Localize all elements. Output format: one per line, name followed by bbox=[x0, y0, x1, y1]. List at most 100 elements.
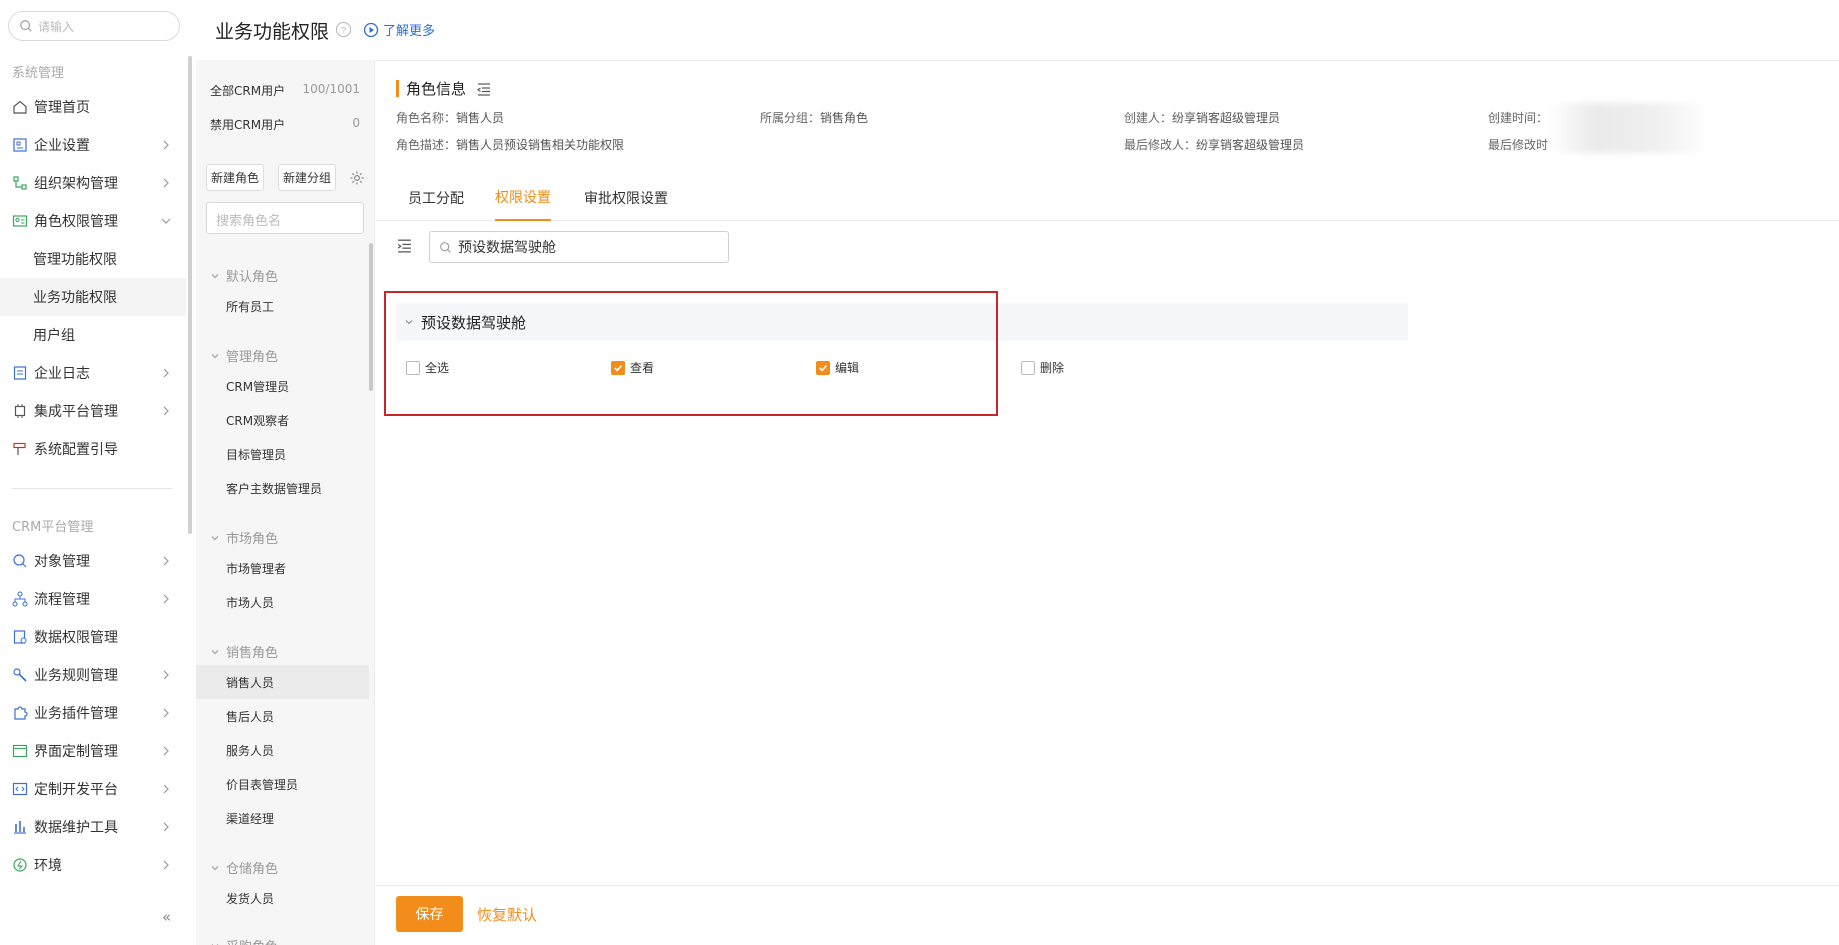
chevron-right-icon bbox=[163, 556, 169, 566]
nav-item-ui-customization[interactable]: 界面定制管理 bbox=[0, 732, 186, 770]
object-icon bbox=[13, 554, 27, 568]
new-group-button[interactable]: 新建分组 bbox=[278, 164, 336, 191]
role-panel-scrollbar[interactable] bbox=[369, 243, 373, 391]
role-item[interactable]: 发货人员 bbox=[196, 881, 369, 915]
redacted-area bbox=[1548, 103, 1708, 153]
nav-search-input[interactable]: 请输入 bbox=[8, 11, 180, 41]
nav-scrollbar[interactable] bbox=[188, 56, 192, 534]
permission-search-input[interactable]: 预设数据驾驶舱 bbox=[429, 231, 729, 263]
nav-item-label: 管理首页 bbox=[34, 100, 90, 116]
nav-item-enterprise-log[interactable]: 企业日志 bbox=[0, 354, 186, 392]
role-item[interactable]: 价目表管理员 bbox=[196, 767, 369, 801]
checkbox-delete[interactable]: 删除 bbox=[1021, 359, 1064, 376]
role-item[interactable]: 渠道经理 bbox=[196, 801, 369, 835]
enterprise-icon bbox=[13, 138, 27, 152]
nav-item-custom-dev-platform[interactable]: 定制开发平台 bbox=[0, 770, 186, 808]
role-item[interactable]: 所有员工 bbox=[196, 289, 369, 323]
nav-item-label: 对象管理 bbox=[34, 554, 90, 570]
nav-item-role-permission[interactable]: 角色权限管理 bbox=[0, 202, 186, 240]
log-icon bbox=[13, 366, 27, 380]
group-purchase[interactable]: 采购角色 bbox=[210, 936, 278, 945]
nav-search-placeholder: 请输入 bbox=[38, 19, 75, 34]
chevron-right-icon bbox=[163, 784, 169, 794]
disabled-crm-users-label: 禁用CRM用户 bbox=[210, 118, 286, 132]
chevron-right-icon bbox=[163, 708, 169, 718]
nav-item-label: 数据维护工具 bbox=[34, 820, 118, 836]
nav-item-label: 界面定制管理 bbox=[34, 744, 118, 760]
puzzle-icon bbox=[14, 706, 28, 720]
nav-item-data-maintenance[interactable]: 数据维护工具 bbox=[0, 808, 186, 846]
chevron-right-icon bbox=[163, 822, 169, 832]
role-search-input[interactable]: 搜索角色名 bbox=[206, 202, 364, 234]
group-warehouse[interactable]: 仓储角色 bbox=[210, 858, 278, 877]
nav-divider bbox=[12, 488, 172, 489]
collapse-nav-button[interactable]: « bbox=[162, 908, 176, 926]
nav-item-label: 环境 bbox=[34, 858, 62, 874]
role-item[interactable]: 市场人员 bbox=[196, 585, 369, 619]
restore-default-button[interactable]: 恢复默认 bbox=[477, 904, 537, 925]
collapse-list-icon[interactable] bbox=[476, 81, 492, 97]
nav-item-business-plugins[interactable]: 业务插件管理 bbox=[0, 694, 186, 732]
disabled-crm-users-row[interactable]: 禁用CRM用户 0 bbox=[210, 116, 360, 133]
nav-item-org-structure[interactable]: 组织架构管理 bbox=[0, 164, 186, 202]
group-title-label: 仓储角色 bbox=[226, 862, 279, 877]
nav-item-label: 企业设置 bbox=[34, 138, 90, 154]
checkbox-box[interactable] bbox=[1021, 360, 1035, 375]
role-item[interactable]: CRM观察者 bbox=[196, 403, 369, 437]
role-info-title: 角色信息 bbox=[396, 78, 492, 99]
nav-item-home[interactable]: 管理首页 bbox=[0, 88, 186, 126]
group-default[interactable]: 默认角色 bbox=[210, 266, 278, 285]
group-sales[interactable]: 销售角色 bbox=[210, 642, 278, 661]
role-item[interactable]: 市场管理者 bbox=[196, 551, 369, 585]
play-circle-icon bbox=[363, 22, 379, 37]
nav-item-data-permission[interactable]: 数据权限管理 bbox=[0, 618, 186, 656]
highlight-annotation-box bbox=[384, 291, 998, 416]
role-name-field: 角色名称：销售人员 bbox=[396, 111, 505, 125]
all-crm-users-row[interactable]: 全部CRM用户 100/1001 bbox=[210, 82, 360, 99]
role-item[interactable]: 售后人员 bbox=[196, 699, 369, 733]
nav-item-enterprise-settings[interactable]: 企业设置 bbox=[0, 126, 186, 164]
gear-icon[interactable] bbox=[349, 170, 365, 186]
tree-toggle-icon[interactable] bbox=[396, 237, 413, 254]
chevron-down-icon bbox=[211, 535, 219, 540]
checkbox-label: 删除 bbox=[1040, 361, 1065, 375]
chevron-down-icon bbox=[211, 649, 219, 654]
tab-approval-permission[interactable]: 审批权限设置 bbox=[584, 174, 668, 221]
group-management[interactable]: 管理角色 bbox=[210, 346, 278, 365]
new-role-button[interactable]: 新建角色 bbox=[206, 164, 264, 191]
chevron-down-icon bbox=[211, 865, 219, 870]
nav-item-integration-platform[interactable]: 集成平台管理 bbox=[0, 392, 186, 430]
nav-item-object-mgmt[interactable]: 对象管理 bbox=[0, 542, 186, 580]
help-icon[interactable]: ? bbox=[335, 21, 352, 38]
learn-more-link[interactable]: 了解更多 bbox=[363, 20, 435, 39]
group-title-label: 管理角色 bbox=[226, 350, 279, 365]
creator-field: 创建人：纷享销客超级管理员 bbox=[1124, 111, 1281, 125]
nav-item-environment[interactable]: 环境 bbox=[0, 846, 186, 884]
home-icon bbox=[13, 100, 27, 114]
tab-employee-assignment[interactable]: 员工分配 bbox=[408, 174, 464, 221]
tab-permission-settings[interactable]: 权限设置 bbox=[495, 174, 551, 221]
nav-item-process-mgmt[interactable]: 流程管理 bbox=[0, 580, 186, 618]
role-item[interactable]: 服务人员 bbox=[196, 733, 369, 767]
nav-sub-business-function-permission[interactable]: 业务功能权限 bbox=[0, 278, 186, 316]
nav-item-label: 角色权限管理 bbox=[34, 214, 118, 230]
nav-item-business-rules[interactable]: 业务规则管理 bbox=[0, 656, 186, 694]
role-info-title-label: 角色信息 bbox=[406, 80, 467, 98]
svg-text:?: ? bbox=[341, 25, 346, 36]
group-market[interactable]: 市场角色 bbox=[210, 528, 278, 547]
nav-item-label: 业务插件管理 bbox=[34, 706, 118, 722]
role-description-field: 角色描述：销售人员预设销售相关功能权限 bbox=[396, 138, 625, 152]
nav-item-label: 组织架构管理 bbox=[34, 176, 118, 192]
nav-sub-user-group[interactable]: 用户组 bbox=[0, 316, 186, 354]
role-item[interactable]: 客户主数据管理员 bbox=[196, 471, 369, 505]
nav-item-system-config-guide[interactable]: 系统配置引导 bbox=[0, 430, 186, 468]
role-item[interactable]: CRM管理员 bbox=[196, 369, 369, 403]
save-button[interactable]: 保存 bbox=[396, 896, 463, 932]
role-item-selected[interactable]: 销售人员 bbox=[196, 665, 369, 699]
role-item[interactable]: 目标管理员 bbox=[196, 437, 369, 471]
all-crm-users-count: 100/1001 bbox=[302, 82, 361, 96]
chevron-right-icon bbox=[163, 368, 169, 378]
learn-more-label: 了解更多 bbox=[383, 24, 436, 39]
nav-item-label: 流程管理 bbox=[34, 592, 90, 608]
nav-sub-mgmt-function-permission[interactable]: 管理功能权限 bbox=[0, 240, 186, 278]
